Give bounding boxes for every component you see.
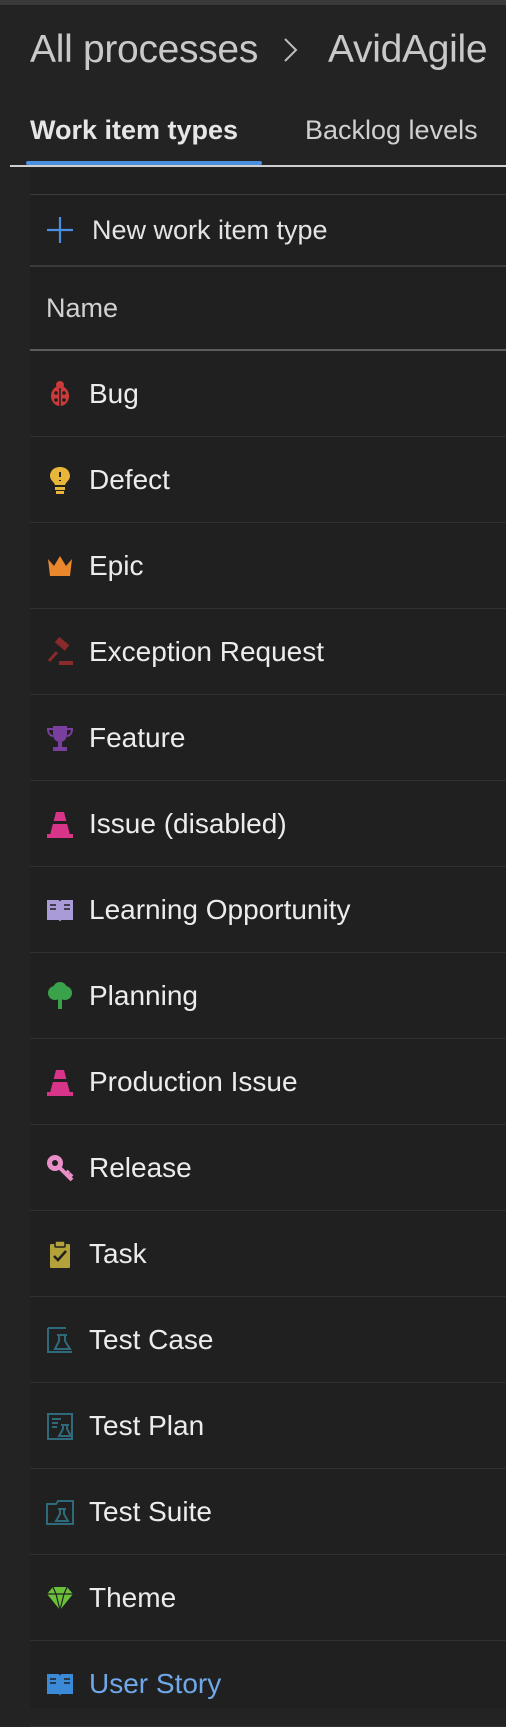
work-item-type-name: Defect [89, 463, 170, 495]
crown-icon [48, 555, 72, 576]
new-work-item-type-button[interactable]: New work item type [30, 195, 506, 267]
work-item-type-name: Release [89, 1151, 192, 1183]
lightbulb-icon [50, 466, 70, 494]
work-item-type-row-epic[interactable]: Epic [30, 523, 506, 609]
test-case-icon [47, 1326, 72, 1353]
column-header-label: Name [46, 292, 119, 323]
chevron-right-icon [258, 30, 328, 70]
cone-icon [47, 811, 73, 838]
gavel-icon [47, 636, 73, 665]
tab-work-item-types[interactable]: Work item types [30, 115, 238, 146]
gem-icon [47, 1586, 73, 1610]
work-item-type-row-theme[interactable]: Theme [30, 1555, 506, 1641]
work-item-type-name: Production Issue [89, 1065, 298, 1097]
tab-backlog-levels[interactable]: Backlog levels [305, 115, 478, 146]
clipboard-check-icon [50, 1239, 70, 1268]
work-item-type-name: Theme [89, 1581, 177, 1613]
work-item-type-row-release[interactable]: Release [30, 1125, 506, 1211]
work-item-type-row-defect[interactable]: Defect [30, 437, 506, 523]
work-item-type-row-user-story[interactable]: User Story [30, 1641, 506, 1727]
work-item-type-row-learning-opportunity[interactable]: Learning Opportunity [30, 867, 506, 953]
key-icon [47, 1154, 74, 1181]
active-tab-indicator [26, 161, 262, 165]
cone-icon [47, 1069, 73, 1096]
work-item-type-row-bug[interactable]: Bug [30, 351, 506, 437]
breadcrumb-current: AvidAgile [328, 28, 488, 71]
work-item-type-name: Learning Opportunity [89, 893, 351, 925]
work-item-type-row-issue-disabled[interactable]: Issue (disabled) [30, 781, 506, 867]
work-item-type-row-test-suite[interactable]: Test Suite [30, 1469, 506, 1555]
test-suite-icon [46, 1499, 74, 1525]
book-icon [47, 899, 73, 922]
work-item-type-list: Bug Defect Epic Exception Request Feature Iss… [30, 351, 506, 1727]
work-item-type-row-task[interactable]: Task [30, 1211, 506, 1297]
breadcrumb-root-link[interactable]: All processes [30, 28, 258, 72]
work-item-type-row-test-plan[interactable]: Test Plan [30, 1383, 506, 1469]
work-item-type-row-exception-request[interactable]: Exception Request [30, 609, 506, 695]
work-item-type-name: Task [89, 1237, 147, 1269]
work-item-type-row-test-case[interactable]: Test Case [30, 1297, 506, 1383]
new-work-item-type-label: New work item type [92, 214, 328, 245]
work-item-type-name: Test Case [89, 1323, 214, 1355]
test-plan-icon [47, 1412, 73, 1440]
work-item-types-panel: New work item type Name Bug Defect Epic Exc… [30, 168, 506, 1727]
work-item-type-name[interactable]: User Story [89, 1668, 221, 1700]
plus-icon [47, 217, 73, 243]
work-item-type-name: Test Suite [89, 1495, 212, 1527]
work-item-type-name: Feature [89, 721, 186, 753]
tree-icon [48, 981, 72, 1009]
work-item-type-name: Epic [89, 549, 144, 581]
breadcrumb: All processes AvidAgile [30, 22, 488, 78]
top-border [0, 0, 506, 5]
book-icon [47, 1673, 73, 1696]
work-item-type-name: Exception Request [89, 635, 325, 667]
work-item-type-row-production-issue[interactable]: Production Issue [30, 1039, 506, 1125]
trophy-icon [46, 725, 74, 751]
work-item-type-name: Test Plan [89, 1409, 205, 1441]
work-item-type-name: Planning [89, 979, 198, 1011]
column-header-name[interactable]: Name [30, 267, 506, 351]
bug-icon [51, 380, 69, 406]
tab-bar: Work item types Backlog levels [10, 105, 506, 167]
work-item-type-row-planning[interactable]: Planning [30, 953, 506, 1039]
work-item-type-name: Bug [89, 377, 139, 409]
work-item-type-name: Issue (disabled) [89, 807, 287, 839]
work-item-type-row-feature[interactable]: Feature [30, 695, 506, 781]
